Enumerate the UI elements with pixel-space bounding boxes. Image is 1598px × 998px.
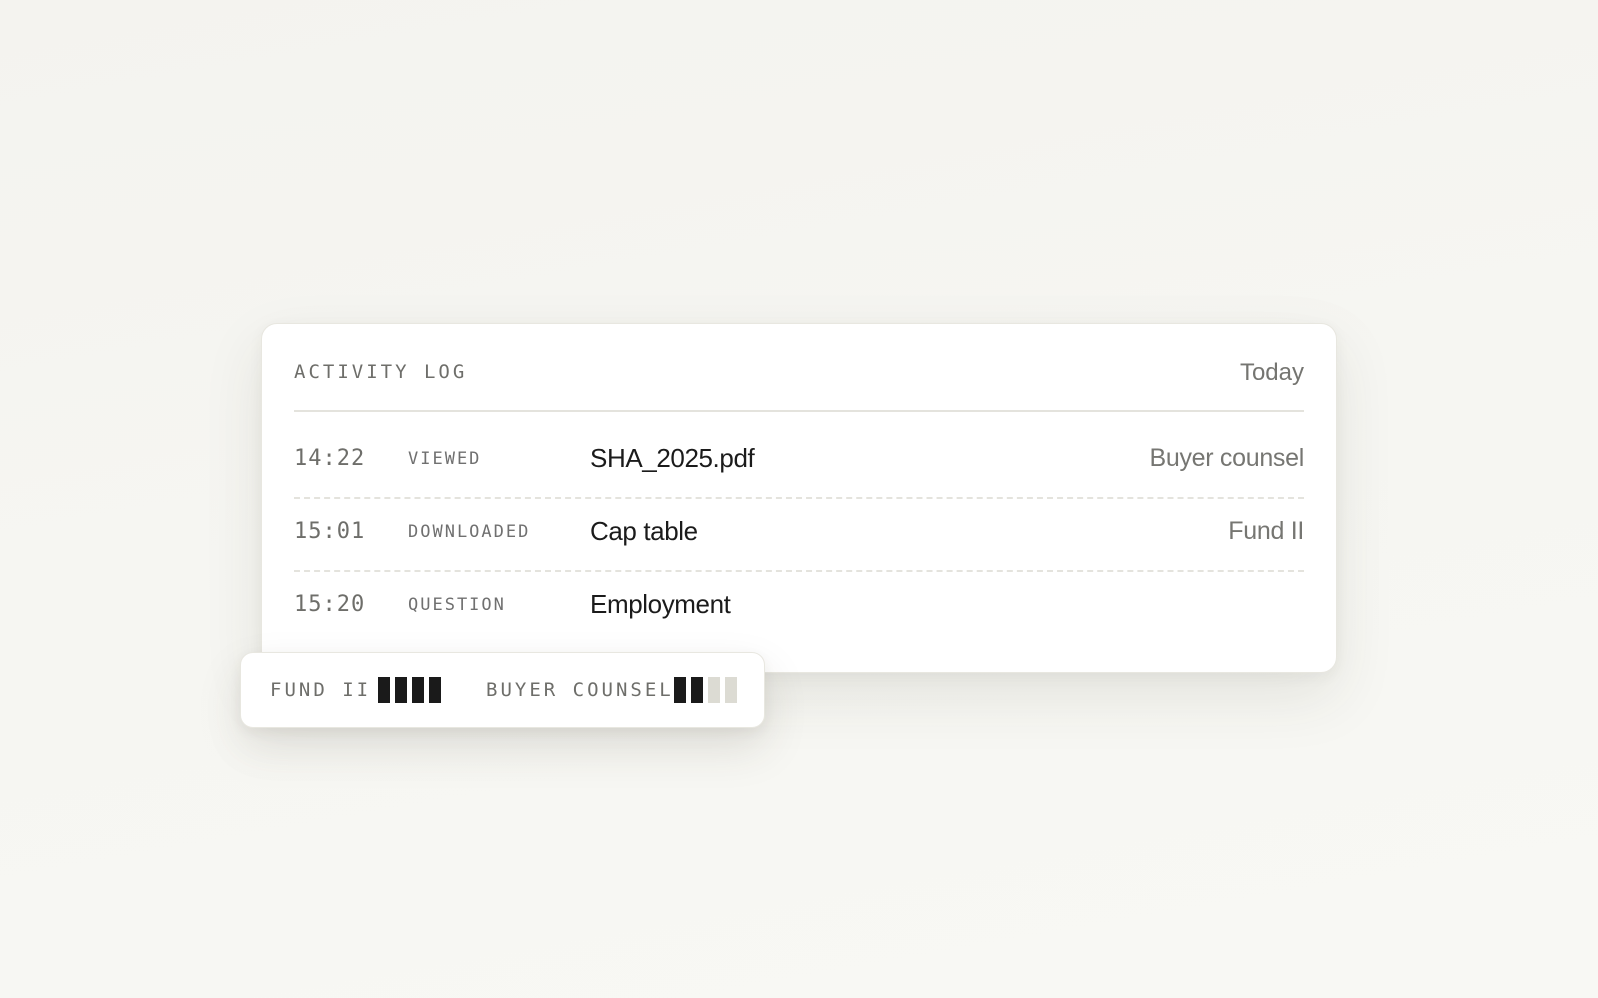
engagement-label-fund-ii: FUND II — [270, 679, 372, 701]
log-document[interactable]: Employment — [590, 589, 731, 620]
log-time: 14:22 — [294, 446, 366, 471]
log-time: 15:20 — [294, 592, 366, 617]
log-action: DOWNLOADED — [408, 522, 531, 542]
log-party: Buyer counsel — [1149, 444, 1304, 472]
meter-bar-filled — [395, 677, 407, 703]
meter-bar-filled — [429, 677, 441, 703]
engagement-label-buyer-counsel: BUYER COUNSEL — [486, 679, 674, 701]
log-document[interactable]: SHA_2025.pdf — [590, 443, 755, 474]
activity-log-title: ACTIVITY LOG — [294, 361, 468, 383]
engagement-meter-buyer-counsel — [674, 677, 737, 703]
log-party: Fund II — [1228, 517, 1304, 545]
activity-log-card: ACTIVITY LOG Today 14:22 VIEWED SHA_2025… — [261, 323, 1337, 673]
meter-bar-empty — [725, 677, 737, 703]
meter-bar-filled — [378, 677, 390, 703]
engagement-legend: FUND II BUYER COUNSEL — [240, 652, 765, 728]
log-action: QUESTION — [408, 595, 506, 615]
log-action: VIEWED — [408, 449, 482, 469]
activity-log-period[interactable]: Today — [1240, 359, 1304, 387]
meter-bar-filled — [674, 677, 686, 703]
log-row[interactable]: 14:22 VIEWED SHA_2025.pdf Buyer counsel — [294, 424, 1304, 499]
engagement-meter-fund-ii — [378, 677, 441, 703]
meter-bar-empty — [708, 677, 720, 703]
log-row[interactable]: 15:20 QUESTION Employment — [294, 570, 1304, 643]
meter-bar-filled — [691, 677, 703, 703]
log-document[interactable]: Cap table — [590, 516, 698, 547]
log-row[interactable]: 15:01 DOWNLOADED Cap table Fund II — [294, 497, 1304, 572]
meter-bar-filled — [412, 677, 424, 703]
activity-log-header: ACTIVITY LOG Today — [294, 324, 1304, 412]
log-time: 15:01 — [294, 519, 366, 544]
